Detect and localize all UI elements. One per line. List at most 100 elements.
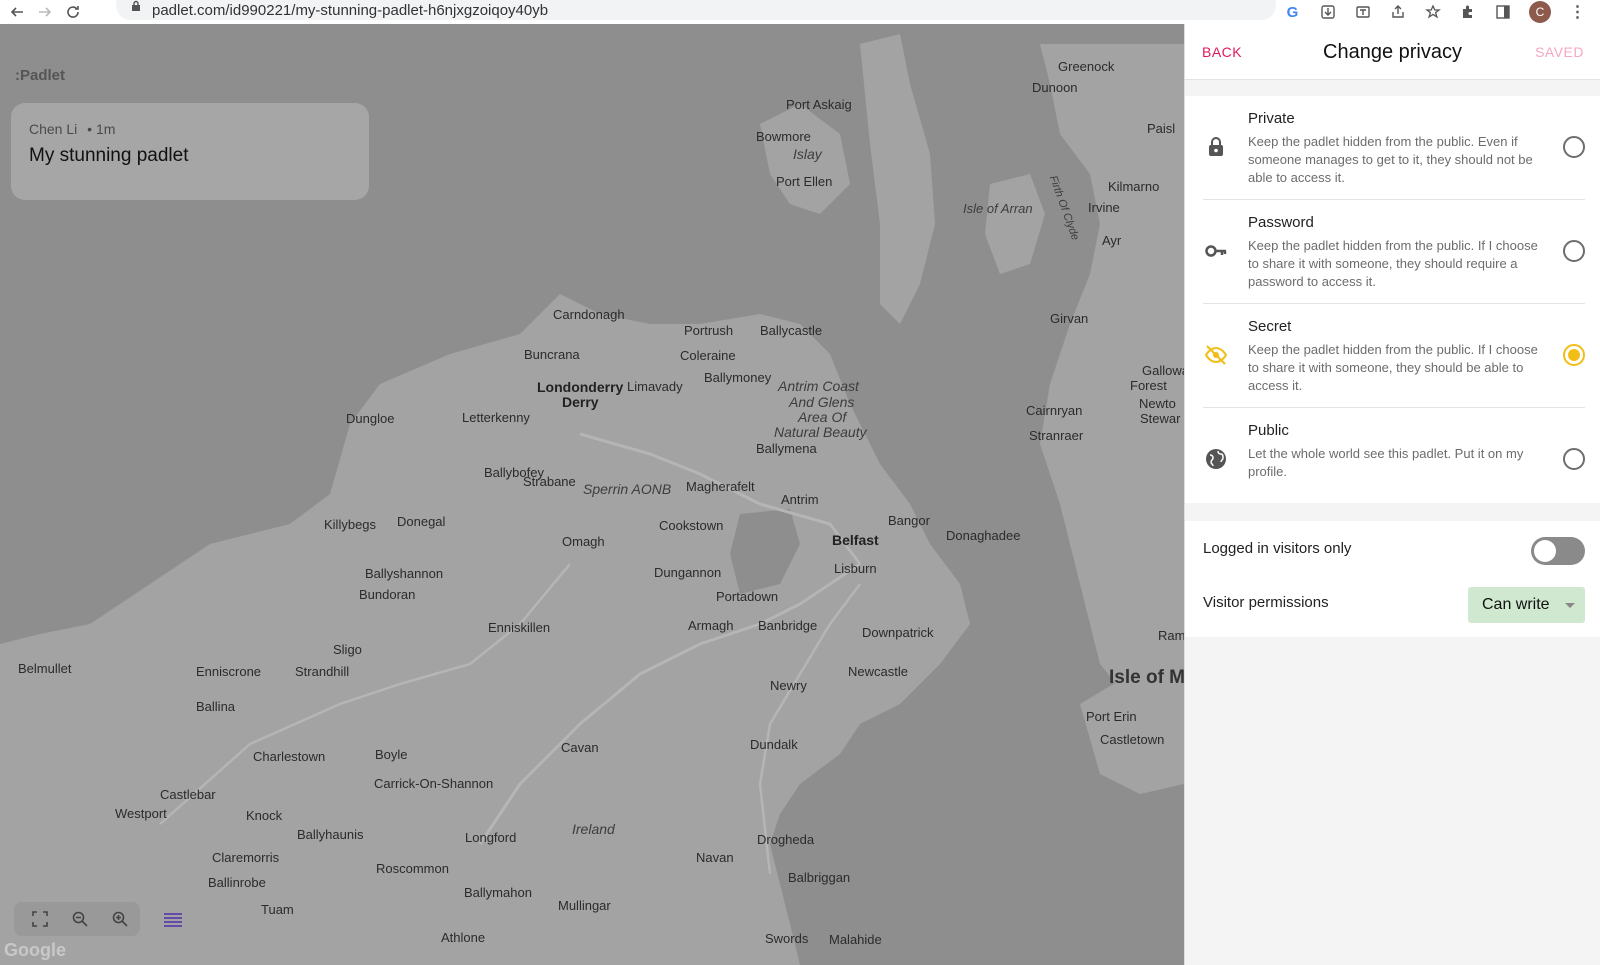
visitor-permissions-label: Visitor permissions [1203,593,1329,611]
visitor-permissions-dropdown[interactable]: Can write [1468,587,1585,623]
map-place: Westport [115,806,167,821]
map-place: Sligo [333,642,362,657]
map-place: Area Of [798,409,847,425]
map-place: Portadown [716,589,779,604]
map-place: Boyle [375,747,408,762]
map-place: Newry [770,678,807,693]
google-icon[interactable]: G [1284,4,1301,21]
map-place: Claremorris [212,850,280,865]
reload-icon[interactable] [62,2,84,22]
map-place: Port Ellen [776,174,833,189]
extensions-puzzle-icon[interactable] [1459,4,1476,21]
map-place: Greenock [1058,59,1115,74]
zoom-out-icon[interactable] [64,904,96,934]
forward-arrow-icon[interactable] [34,2,56,22]
map-place: Cairnryan [1026,403,1083,418]
list-view-icon[interactable] [158,906,188,934]
map-place: Buncrana [524,347,580,362]
option-description: Let the whole world see this padlet. Put… [1248,446,1524,479]
privacy-option-password[interactable]: Password Keep the padlet hidden from the… [1203,200,1585,304]
visitor-permissions-row: Visitor permissions Can write [1203,575,1585,629]
map-place: Limavady [627,379,683,394]
visitor-settings: Logged in visitors only Visitor permissi… [1185,521,1600,637]
saved-status: SAVED [1535,44,1584,60]
map-place: Forest [1130,378,1167,393]
map-controls [14,902,140,936]
padlet-logo[interactable]: :Padlet [15,67,65,84]
map-place: Girvan [1050,311,1089,326]
logged-in-row: Logged in visitors only [1203,521,1585,575]
map-place: Cookstown [659,518,724,533]
post-author: Chen Li [29,121,78,137]
map-place: Antrim [781,492,819,507]
address-bar[interactable]: padlet.com/id990221/my-stunning-padlet-h… [116,0,1276,20]
map-place: Ballinrobe [208,875,266,890]
map-place: Ram [1158,628,1184,643]
map-place: Ayr [1102,233,1122,248]
option-title: Private [1248,110,1295,127]
option-description: Keep the padlet hidden from the public. … [1248,342,1538,393]
map-place: Portrush [684,323,734,338]
map-place: Balbriggan [788,870,851,885]
map-place: Bowmore [756,129,811,144]
lock-icon [130,0,142,11]
option-title: Password [1248,214,1314,231]
map-place: Ballymoney [704,370,772,385]
map-place: Belmullet [18,661,72,676]
option-description: Keep the padlet hidden from the public. … [1248,238,1538,289]
key-icon [1203,238,1229,264]
translate-icon[interactable] [1354,4,1371,21]
map-place: Dundalk [750,737,798,752]
map-place: Stewar [1140,411,1181,426]
logged-in-toggle[interactable] [1531,537,1585,565]
back-arrow-icon[interactable] [6,2,28,22]
post-meta: Chen Li • 1m [29,121,351,137]
profile-avatar[interactable]: C [1529,1,1551,23]
map-place: Longford [465,830,517,845]
privacy-options: Private Keep the padlet hidden from the … [1185,96,1600,503]
globe-icon [1203,446,1229,472]
map-place: Natural Beauty [774,424,867,440]
map-place: Isle of M [1109,667,1184,688]
map-canvas[interactable]: Greenock Dunoon Port Askaig Bowmore Isla… [0,24,1184,965]
map-place: Ballina [196,699,236,714]
zoom-in-icon[interactable] [104,904,136,934]
option-title: Secret [1248,318,1292,335]
map-place: Mullingar [558,898,611,913]
map-place: Lisburn [834,561,877,576]
map-place: Belfast [832,532,879,548]
map-place: Downpatrick [862,625,934,640]
map-place: Isle of Arran [963,201,1033,216]
browser-toolbar: padlet.com/id990221/my-stunning-padlet-h… [0,0,1600,24]
share-icon[interactable] [1389,4,1406,21]
map-place: Navan [696,850,734,865]
radio-private[interactable] [1563,136,1585,158]
privacy-option-secret[interactable]: Secret Keep the padlet hidden from the p… [1203,304,1585,408]
map-place: Londonderry [537,379,624,395]
map-place: Swords [765,931,809,946]
post-title: My stunning padlet [29,145,189,166]
bookmark-star-icon[interactable] [1424,4,1441,21]
map-place: Castletown [1100,732,1165,747]
privacy-option-private[interactable]: Private Keep the padlet hidden from the … [1203,96,1585,200]
option-description: Keep the padlet hidden from the public. … [1248,134,1533,185]
radio-secret[interactable] [1563,344,1585,366]
map-place: Strabane [523,474,576,489]
chevron-down-icon [1565,603,1575,608]
map-place: Banbridge [758,618,818,633]
fullscreen-icon[interactable] [24,904,56,934]
download-icon[interactable] [1319,4,1336,21]
radio-password[interactable] [1563,240,1585,262]
map-place: Kilmarno [1108,179,1160,194]
privacy-option-public[interactable]: Public Let the whole world see this padl… [1203,408,1585,512]
map-place: Armagh [688,618,734,633]
logged-in-label: Logged in visitors only [1203,539,1352,557]
more-menu-icon[interactable]: ⋮ [1569,4,1586,21]
map-place: Charlestown [253,749,326,764]
radio-public[interactable] [1563,448,1585,470]
side-panel-icon[interactable] [1494,4,1511,21]
map-place: Bangor [888,513,930,528]
post-card[interactable]: Chen Li • 1m My stunning padlet [11,103,369,200]
map-place: Letterkenny [462,410,530,425]
map-place: Strandhill [295,664,350,679]
